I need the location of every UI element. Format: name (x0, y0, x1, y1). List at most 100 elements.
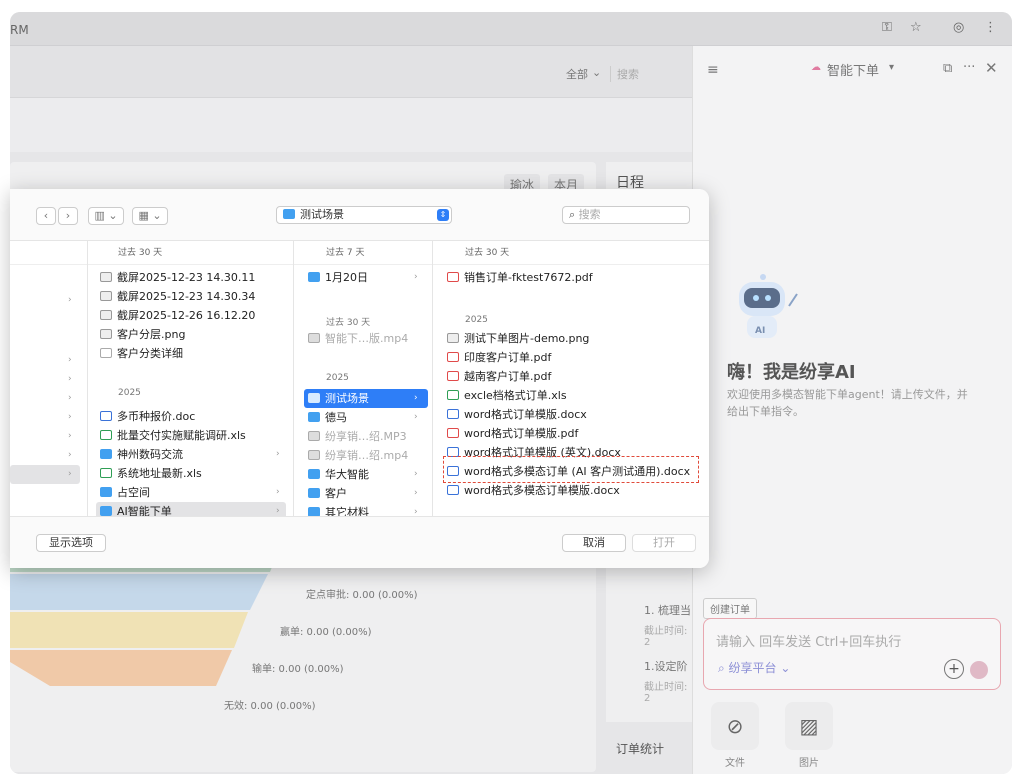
ai-logo-icon: ☁ (811, 62, 821, 73)
funnel-segment-2 (10, 574, 268, 610)
section-past-30: 过去 30 天 (326, 318, 371, 328)
file-row[interactable]: 客户分类详细 (100, 344, 183, 363)
create-order-chip[interactable]: 创建订单 (703, 598, 757, 619)
file-row[interactable]: word格式多模态订单模版.docx (447, 481, 620, 500)
group-view-button[interactable]: ▦ ⌄ (132, 207, 168, 225)
funnel-label-lose: 输单: 0.00 (0.00%) (252, 664, 344, 675)
ai-greeting: 嗨！我是纷享AI (727, 362, 856, 383)
chevron-right-icon: › (414, 469, 418, 479)
file-row[interactable]: 截屏2025-12-26 16.12.20 (100, 306, 255, 325)
order-stats-title[interactable]: 订单统计 (616, 740, 664, 757)
scope-filter[interactable]: 全部 (566, 66, 588, 82)
chevron-down-icon: ⌄ (592, 66, 602, 79)
show-options-button[interactable]: 显示选项 (36, 534, 106, 552)
folder-row-selected[interactable]: 测试场景 › (304, 389, 428, 408)
file-open-dialog: ‹ › ▥ ⌄ ▦ ⌄ 测试场景 ⇕ ⌕ 搜索 › › › › › › › › … (10, 189, 709, 568)
image-file-icon (100, 329, 112, 339)
file-row[interactable]: 销售订单-fktest7672.pdf (447, 268, 593, 287)
column-3-head: 过去 7 天 (294, 241, 432, 265)
screenshot-icon (100, 291, 112, 301)
column-4-head: 过去 30 天 (433, 241, 709, 265)
expand-icon[interactable]: ⧉ (943, 61, 952, 76)
image-file-icon (447, 333, 459, 343)
url-text[interactable]: RM (10, 23, 29, 37)
bookmark-star-icon[interactable]: ☆ (910, 20, 922, 35)
funnel-segment-4 (10, 650, 232, 686)
chevron-down-icon[interactable]: ▾ (889, 62, 894, 73)
file-row[interactable]: 纷享销…绍.MP3 (308, 427, 407, 446)
close-icon[interactable]: ✕ (985, 59, 998, 77)
funnel-label-approval: 定点审批: 0.00 (0.00%) (306, 590, 418, 601)
address-bar[interactable]: RM ⚿ ☆ ◎ ⋮ (10, 12, 1012, 46)
chevron-right-icon: › (414, 488, 418, 498)
ai-subtitle: 欢迎使用多模态智能下单agent！请上传文件，并给出下单指令。 (727, 388, 968, 418)
attach-image-button[interactable]: ▨ (785, 702, 833, 750)
updown-arrow-icon: ⇕ (437, 209, 449, 221)
folder-row[interactable]: 占空间 › (100, 483, 286, 502)
folder-row-selected[interactable]: AI智能下单 › (96, 502, 286, 516)
file-row[interactable]: word格式订单模版.pdf (447, 424, 578, 443)
attach-file-button[interactable]: ⊘ (711, 702, 759, 750)
image-icon: ▨ (799, 714, 819, 738)
column-2: 过去 30 天 截屏2025-12-23 14.30.11 截屏2025-12-… (88, 241, 294, 516)
path-selector[interactable]: 测试场景 ⇕ (276, 206, 452, 224)
chat-input[interactable]: 请输入 回车发送 Ctrl+回车执行 ⌕ 纷享平台 ⌄ + (703, 618, 1001, 690)
cancel-button[interactable]: 取消 (562, 534, 626, 552)
sidebar-selected-row[interactable]: › (10, 465, 80, 484)
dialog-search-input[interactable]: ⌕ 搜索 (562, 206, 690, 224)
send-icon[interactable] (970, 661, 988, 679)
file-row[interactable]: 客户分层.png (100, 325, 185, 344)
folder-row[interactable]: 华大智能 › (308, 465, 426, 484)
file-row[interactable]: 截屏2025-12-23 14.30.34 (100, 287, 255, 306)
chevron-right-icon: › (68, 374, 72, 384)
file-row[interactable]: 测试下单图片-demo.png (447, 329, 589, 348)
folder-row[interactable]: 1月20日 › (308, 268, 426, 287)
file-row[interactable]: 印度客户订单.pdf (447, 348, 551, 367)
file-row[interactable]: 智能下…版.mp4 (308, 329, 408, 348)
search-icon: ⌕ (718, 661, 729, 675)
more-icon[interactable]: ··· (963, 60, 975, 75)
global-search[interactable]: 搜索 (610, 66, 639, 82)
menu-icon[interactable]: ≡ (707, 62, 719, 78)
file-row[interactable]: 多币种报价.doc (100, 407, 195, 426)
pdf-file-icon (447, 352, 459, 362)
folder-row[interactable]: 其它材料 › (308, 503, 426, 516)
attach-image-label: 图片 (799, 758, 819, 769)
key-icon[interactable]: ⚿ (882, 20, 892, 35)
chevron-right-icon: › (68, 355, 72, 365)
chevron-right-icon: › (276, 449, 280, 459)
task-2-due: 截止时间: 2 (644, 682, 688, 704)
back-button[interactable]: ‹ (36, 207, 56, 225)
dialog-toolbar: ‹ › ▥ ⌄ ▦ ⌄ 测试场景 ⇕ ⌕ 搜索 (10, 189, 709, 241)
column-view-button[interactable]: ▥ ⌄ (88, 207, 124, 225)
file-row[interactable]: 越南客户订单.pdf (447, 367, 551, 386)
file-row[interactable]: 批量交付实施赋能调研.xls (100, 426, 246, 445)
chevron-right-icon: › (414, 412, 418, 422)
file-row[interactable]: excle档格式订单.xls (447, 386, 567, 405)
folder-row[interactable]: 神州数码交流 › (100, 445, 286, 464)
ai-panel-title[interactable]: 智能下单 (827, 60, 879, 79)
column-3: 过去 7 天 1月20日 › 过去 30 天 智能下…版.mp4 2025 测试场… (294, 241, 433, 516)
pdf-file-icon (447, 371, 459, 381)
task-1-title[interactable]: 1. 梳理当 (644, 602, 691, 618)
folder-row[interactable]: 德马 › (308, 408, 426, 427)
browser-menu-icon[interactable]: ⋮ (984, 20, 997, 35)
chevron-right-icon: › (68, 412, 72, 422)
forward-button[interactable]: › (58, 207, 78, 225)
audio-file-icon (308, 431, 320, 441)
file-row[interactable]: 系统地址最新.xls (100, 464, 202, 483)
file-row[interactable]: 截屏2025-12-23 14.30.11 (100, 268, 255, 287)
folder-icon (308, 272, 320, 282)
open-button[interactable]: 打开 (632, 534, 696, 552)
file-row[interactable]: 纷享销…绍.mp4 (308, 446, 408, 465)
section-2025: 2025 (118, 388, 141, 398)
add-icon[interactable]: + (944, 659, 964, 679)
ai-panel: ≡ ☁ 智能下单 ▾ ⧉ ··· ✕ AI 嗨！我是纷享AI 欢迎使用多模态智能… (692, 46, 1012, 774)
platform-selector[interactable]: ⌕ 纷享平台 ⌄ (718, 659, 790, 676)
pdf-file-icon (447, 428, 459, 438)
file-row[interactable]: word格式订单模版.docx (447, 405, 587, 424)
folder-row[interactable]: 客户 › (308, 484, 426, 503)
folder-icon (308, 507, 320, 516)
profile-icon[interactable]: ◎ (953, 20, 964, 35)
task-2-title[interactable]: 1.设定阶 (644, 658, 688, 674)
